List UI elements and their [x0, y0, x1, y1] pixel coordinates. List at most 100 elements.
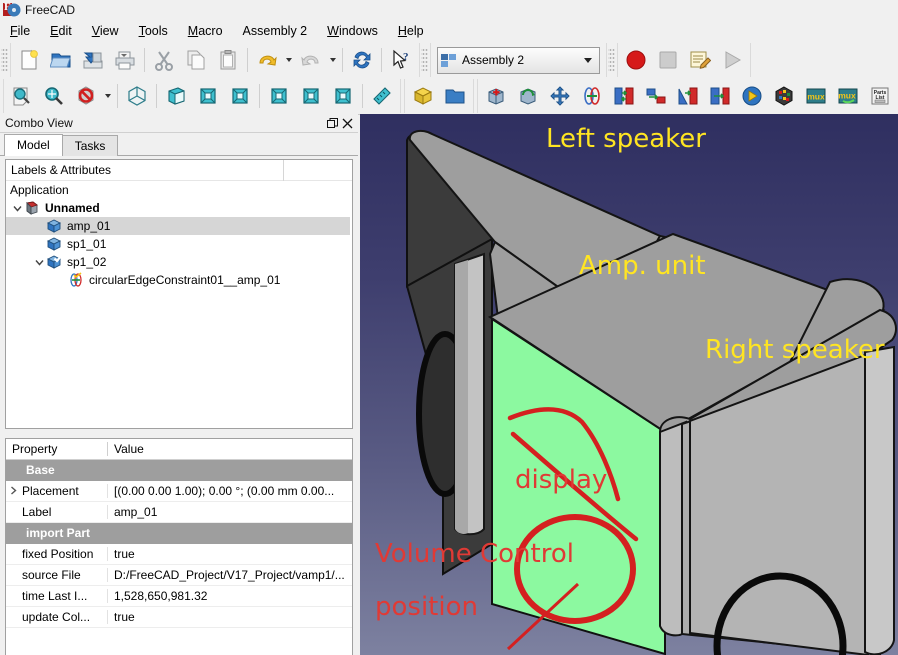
menu-macro[interactable]: Macro — [179, 22, 232, 40]
macro-execute-icon[interactable] — [716, 44, 748, 76]
plane-constraint-icon[interactable] — [608, 80, 640, 112]
axial-constraint-icon[interactable] — [576, 80, 608, 112]
measure-icon[interactable] — [366, 80, 398, 112]
create-group-icon[interactable] — [439, 80, 471, 112]
angle-constraint-icon[interactable] — [640, 80, 672, 112]
3d-viewport[interactable]: Left speaker Amp. unit Right speaker dis… — [360, 114, 898, 655]
vertex-constraint-icon[interactable] — [704, 80, 736, 112]
left-view-icon[interactable] — [327, 80, 359, 112]
tree-row-amp-01[interactable]: amp_01 — [6, 217, 350, 235]
paste-icon[interactable] — [212, 44, 244, 76]
mux-icon[interactable]: mux — [800, 80, 832, 112]
menu-bar[interactable]: File Edit View Tools Macro Assembly 2 Wi… — [0, 20, 898, 43]
isometric-view-icon[interactable] — [121, 80, 153, 112]
structure-toolbar — [404, 79, 474, 113]
tree-row-sp1-01[interactable]: sp1_01 — [6, 235, 352, 253]
menu-windows[interactable]: Windows — [318, 22, 387, 40]
menu-edit[interactable]: Edit — [41, 22, 81, 40]
tab-model[interactable]: Model — [4, 134, 63, 156]
top-view-icon[interactable] — [192, 80, 224, 112]
mux-update-icon[interactable]: mux — [832, 80, 864, 112]
muxed-assembly-icon[interactable] — [768, 80, 800, 112]
property-row-update-colors[interactable]: update Col... true — [6, 607, 352, 628]
move-part-icon[interactable] — [544, 80, 576, 112]
menu-view[interactable]: View — [83, 22, 128, 40]
copy-icon[interactable] — [180, 44, 212, 76]
fit-selection-icon[interactable] — [38, 80, 70, 112]
front-view-icon[interactable] — [160, 80, 192, 112]
bottom-view-icon[interactable] — [295, 80, 327, 112]
rear-view-icon[interactable] — [263, 80, 295, 112]
toolbar-handle[interactable] — [421, 47, 428, 73]
cut-icon[interactable] — [148, 44, 180, 76]
save-document-icon[interactable] — [77, 44, 109, 76]
refresh-icon[interactable] — [346, 44, 378, 76]
whats-this-icon[interactable]: ? — [385, 44, 417, 76]
title-bar: FreeCAD — [0, 0, 898, 20]
draw-style-icon[interactable] — [70, 80, 102, 112]
property-group-import-part[interactable]: import Part — [6, 523, 352, 544]
toolbar-separator — [144, 48, 145, 72]
toolbar-separator — [342, 48, 343, 72]
property-row-fixed-position[interactable]: fixed Position true — [6, 544, 352, 565]
assembly2-workbench-icon — [441, 52, 457, 68]
property-row-time-last-import[interactable]: time Last I... 1,528,650,981.32 — [6, 586, 352, 607]
model-tree[interactable]: Labels & Attributes Application Unnamed — [5, 159, 353, 429]
chevron-down-icon[interactable] — [10, 199, 24, 217]
combo-view-title: Combo View — [5, 116, 73, 130]
undo-dropdown-icon[interactable] — [283, 45, 295, 75]
open-document-icon[interactable] — [45, 44, 77, 76]
macro-record-icon[interactable] — [620, 44, 652, 76]
property-name: Placement — [22, 484, 79, 498]
new-document-icon[interactable] — [13, 44, 45, 76]
tree-row-sp1-02[interactable]: sp1_02 — [6, 253, 352, 271]
macro-toolbar — [617, 43, 751, 77]
property-editor[interactable]: Property Value Base Placement [(0.00 0.0… — [5, 438, 353, 655]
close-icon[interactable] — [340, 116, 355, 131]
menu-help[interactable]: Help — [389, 22, 433, 40]
chevron-down-icon[interactable] — [32, 253, 46, 271]
property-row-label[interactable]: Label amp_01 — [6, 502, 352, 523]
parts-list-icon[interactable]: Parts List — [864, 80, 896, 112]
combo-view-tabs[interactable]: Model Tasks — [0, 133, 358, 156]
redo-icon[interactable] — [295, 44, 327, 76]
toolbar-handle[interactable] — [1, 47, 8, 73]
tree-row-circular-edge-constraint[interactable]: circularEdgeConstraint01__amp_01 — [6, 271, 352, 289]
property-value[interactable]: true — [107, 610, 352, 624]
property-value[interactable]: amp_01 — [107, 505, 352, 519]
create-part-icon[interactable] — [407, 80, 439, 112]
undo-icon[interactable] — [251, 44, 283, 76]
toolbar-separator — [117, 84, 118, 108]
chevron-right-icon[interactable] — [6, 485, 20, 497]
redo-dropdown-icon[interactable] — [327, 45, 339, 75]
property-row-placement[interactable]: Placement [(0.00 0.00 1.00); 0.00 °; (0.… — [6, 481, 352, 502]
import-part-icon[interactable] — [480, 80, 512, 112]
macro-edit-icon[interactable] — [684, 44, 716, 76]
menu-file[interactable]: File — [1, 22, 39, 40]
fit-all-icon[interactable] — [6, 80, 38, 112]
tab-tasks[interactable]: Tasks — [61, 135, 119, 156]
macro-stop-icon[interactable] — [652, 44, 684, 76]
property-value[interactable]: D:/FreeCAD_Project/V17_Project/vamp1/... — [107, 568, 352, 582]
tree-row-unnamed[interactable]: Unnamed — [6, 199, 352, 217]
solve-constraints-icon[interactable] — [736, 80, 768, 112]
view-toolbar — [3, 79, 401, 113]
float-window-icon[interactable] — [325, 116, 340, 131]
draw-style-dropdown-icon[interactable] — [102, 81, 114, 111]
menu-tools[interactable]: Tools — [130, 22, 177, 40]
tree-row-application[interactable]: Application — [6, 181, 352, 199]
property-value[interactable]: 1,528,650,981.32 — [107, 589, 352, 603]
toolbar-handle[interactable] — [608, 47, 615, 73]
property-name: source File — [22, 568, 81, 582]
update-parts-icon[interactable] — [512, 80, 544, 112]
right-view-icon[interactable] — [224, 80, 256, 112]
print-document-icon[interactable] — [109, 44, 141, 76]
property-value[interactable]: true — [107, 547, 352, 561]
property-value[interactable]: [(0.00 0.00 1.00); 0.00 °; (0.00 mm 0.00… — [107, 484, 352, 498]
menu-assembly2[interactable]: Assembly 2 — [234, 22, 317, 40]
workbench-selector[interactable]: Assembly 2 — [437, 46, 600, 74]
property-group-base[interactable]: Base — [6, 460, 352, 481]
property-row-source-file[interactable]: source File D:/FreeCAD_Project/V17_Proje… — [6, 565, 352, 586]
tree-column-separator[interactable] — [283, 160, 284, 181]
spherical-constraint-icon[interactable] — [672, 80, 704, 112]
